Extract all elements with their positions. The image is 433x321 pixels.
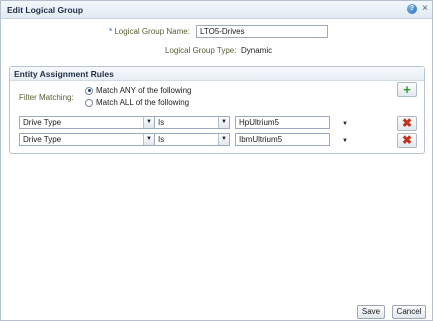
match-any-label: Match ANY of the following bbox=[96, 86, 192, 95]
save-button[interactable]: Save bbox=[357, 305, 385, 319]
section-header: Entity Assignment Rules bbox=[10, 67, 424, 81]
add-rule-button[interactable]: + bbox=[397, 82, 417, 97]
dialog-title: Edit Logical Group bbox=[7, 5, 84, 15]
group-name-label: * Logical Group Name: bbox=[109, 27, 190, 36]
cancel-button[interactable]: Cancel bbox=[392, 305, 426, 319]
rule-operator-value: Is bbox=[158, 135, 165, 144]
rule-value-input[interactable] bbox=[235, 133, 330, 146]
remove-rule-button[interactable]: ✖ bbox=[397, 116, 417, 131]
group-name-input[interactable] bbox=[196, 25, 328, 38]
required-marker: * bbox=[109, 27, 113, 36]
value-dropdown-icon[interactable]: ▼ bbox=[342, 137, 348, 145]
group-type-value: Dynamic bbox=[241, 46, 273, 55]
match-all-radio[interactable] bbox=[85, 98, 93, 107]
group-name-label-text: Logical Group Name: bbox=[114, 27, 190, 36]
section-title: Entity Assignment Rules bbox=[14, 69, 114, 79]
close-icon[interactable]: × bbox=[420, 3, 430, 15]
chevron-down-icon: ▼ bbox=[218, 117, 229, 128]
value-dropdown-icon[interactable]: ▼ bbox=[342, 120, 348, 128]
chevron-down-icon: ▼ bbox=[143, 134, 154, 145]
green-plus-icon: + bbox=[403, 82, 411, 97]
remove-rule-button[interactable]: ✖ bbox=[397, 133, 417, 148]
match-all-option[interactable]: Match ALL of the following bbox=[85, 98, 189, 107]
match-all-label: Match ALL of the following bbox=[96, 98, 190, 107]
entity-assignment-rules-section: Entity Assignment Rules Filter Matching:… bbox=[9, 66, 425, 154]
rule-operator-select[interactable]: Is ▼ bbox=[154, 133, 230, 146]
rule-operator-value: Is bbox=[158, 118, 165, 127]
help-icon[interactable]: ? bbox=[407, 4, 417, 14]
rule-row: Drive Type ▼ Is ▼ ▼ ✖ bbox=[10, 132, 424, 148]
rule-value-input[interactable] bbox=[235, 116, 330, 129]
rule-row: Drive Type ▼ Is ▼ ▼ ✖ bbox=[10, 115, 424, 131]
chevron-down-icon: ▼ bbox=[143, 117, 154, 128]
rule-field-select[interactable]: Drive Type ▼ bbox=[19, 116, 155, 129]
red-x-icon: ✖ bbox=[401, 133, 413, 147]
red-x-icon: ✖ bbox=[401, 116, 413, 130]
rule-operator-select[interactable]: Is ▼ bbox=[154, 116, 230, 129]
rule-field-value: Drive Type bbox=[23, 135, 62, 144]
group-type-label: Logical Group Type: bbox=[165, 46, 237, 55]
match-any-option[interactable]: Match ANY of the following bbox=[85, 86, 191, 95]
rule-field-select[interactable]: Drive Type ▼ bbox=[19, 133, 155, 146]
dialog-titlebar: Edit Logical Group ? × bbox=[1, 1, 432, 19]
rule-field-value: Drive Type bbox=[23, 118, 62, 127]
match-any-radio[interactable] bbox=[85, 86, 93, 95]
chevron-down-icon: ▼ bbox=[218, 134, 229, 145]
edit-logical-group-dialog: Edit Logical Group ? × * Logical Group N… bbox=[0, 0, 433, 321]
filter-matching-label: Filter Matching: bbox=[19, 93, 74, 102]
